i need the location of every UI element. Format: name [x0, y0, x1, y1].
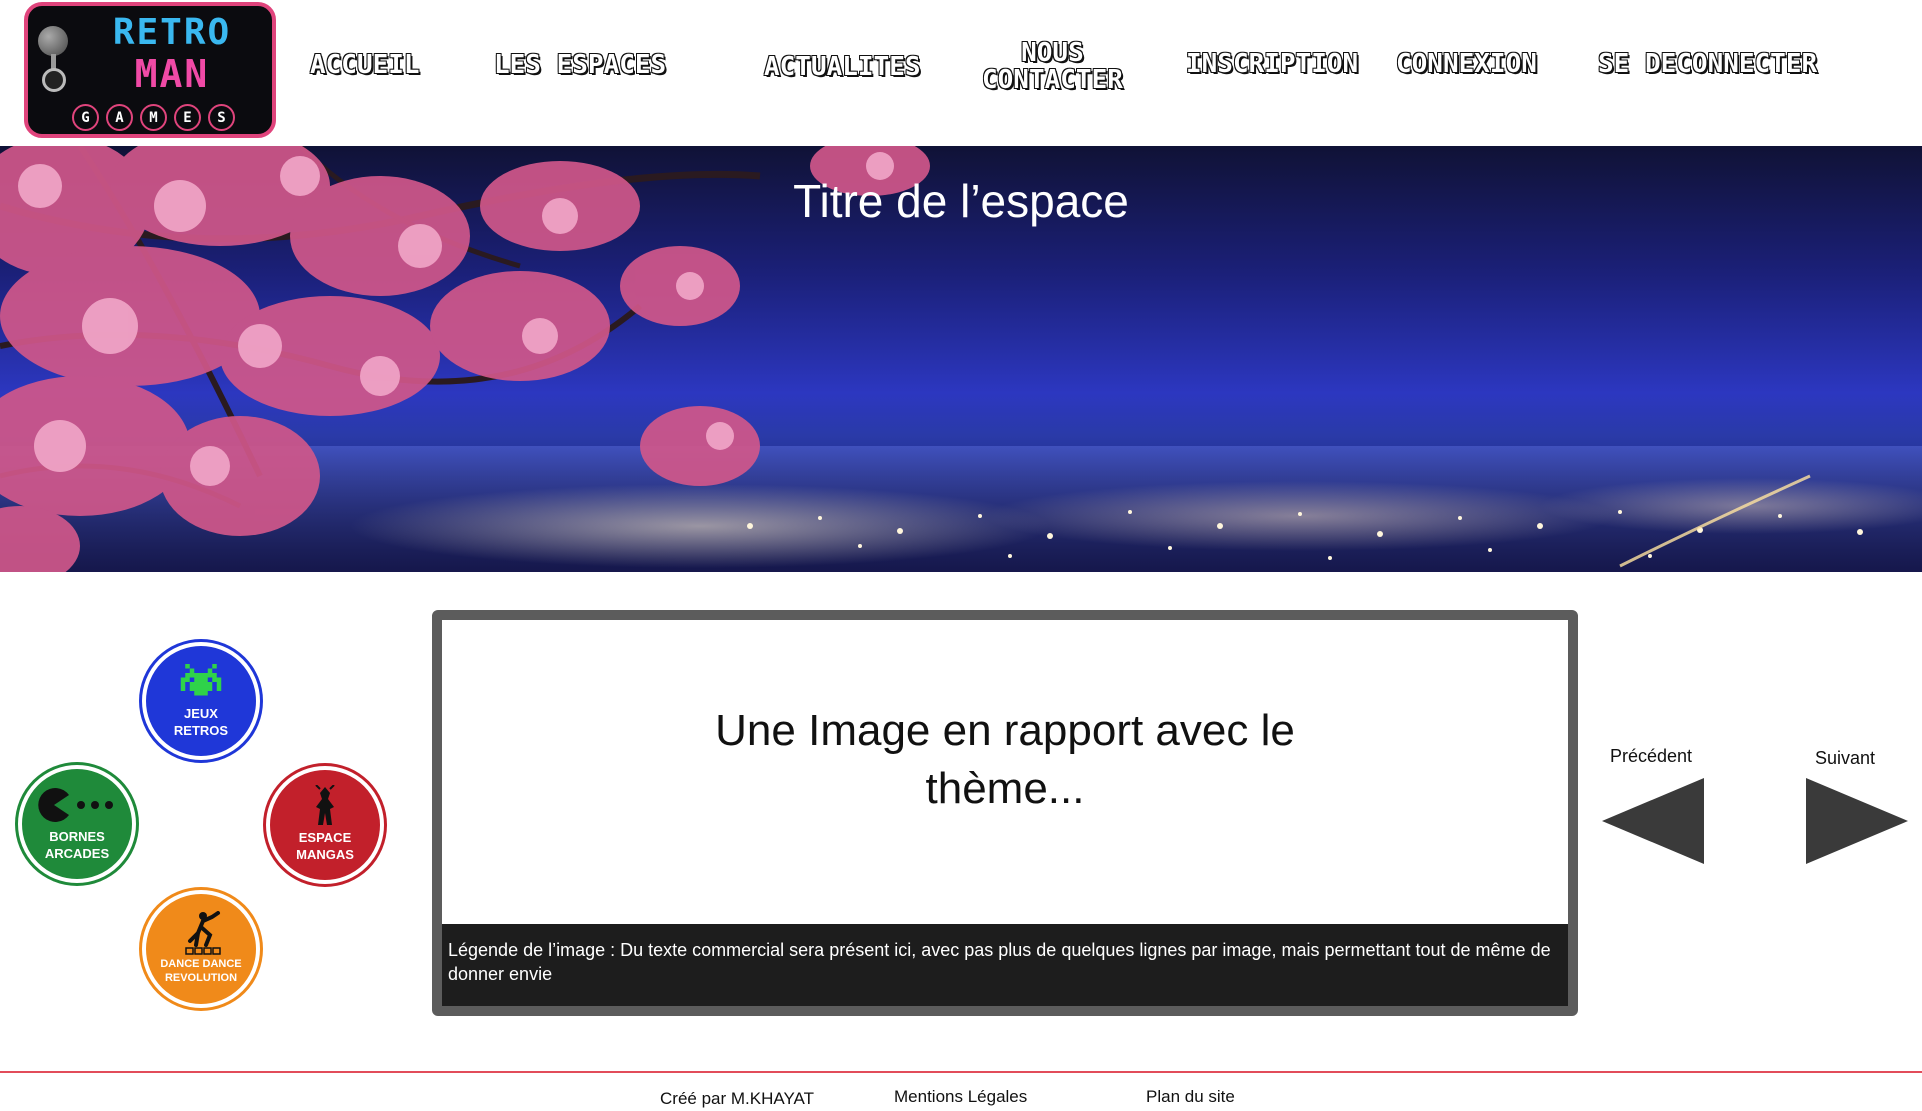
badge-bornes-arcades[interactable]: BORNES ARCADES — [18, 765, 136, 883]
nav-contact-line1: NOUS — [1020, 38, 1084, 68]
joystick-icon — [38, 26, 68, 56]
logo-text-games: G A M E S — [72, 104, 235, 131]
previous-arrow-icon[interactable] — [1600, 776, 1708, 866]
next-label: Suivant — [1815, 748, 1876, 768]
carousel-caption: Légende de l’image : Du texte commercial… — [442, 924, 1568, 1006]
logo-text-man: MAN — [134, 52, 210, 96]
nav-connexion[interactable]: CONNEXION — [1395, 49, 1537, 78]
nav-inscription[interactable]: INSCRIPTION — [1185, 49, 1359, 78]
nav-nous-contacter[interactable]: NOUS CONTACTER — [981, 38, 1123, 96]
footer-divider — [0, 1071, 1922, 1073]
badge-jeux-retros[interactable]: JEUX RETROS — [142, 642, 260, 760]
footer-plan-du-site[interactable]: Plan du site — [1146, 1087, 1235, 1107]
nav-contact-line2: CONTACTER — [981, 65, 1123, 96]
footer-created-by: Créé par M.KHAYAT — [660, 1089, 814, 1108]
site-logo[interactable]: RETRO MAN G A M E S — [24, 2, 276, 138]
carousel-image-placeholder: Une Image en rapport avec le thème... — [715, 706, 1295, 813]
pacman-icon — [35, 785, 119, 825]
space-invader-icon — [175, 662, 227, 702]
nav-accueil[interactable]: ACCUEIL — [309, 50, 420, 79]
nav-actualites[interactable]: ACTUALITES — [763, 52, 921, 81]
image-carousel: Une Image en rapport avec le thème... Lé… — [432, 610, 1578, 1016]
previous-label: Précédent — [1610, 746, 1693, 766]
dancer-icon — [176, 910, 226, 955]
footer-mentions-legales[interactable]: Mentions Légales — [894, 1087, 1027, 1107]
hero-banner: Titre de l’espace — [0, 146, 1922, 572]
nav-les-espaces[interactable]: LES ESPACES — [493, 50, 667, 79]
logo-text-retro: RETRO — [112, 12, 232, 53]
next-arrow-icon[interactable] — [1802, 776, 1910, 866]
nav-se-deconnecter[interactable]: SE DECONNECTER — [1597, 49, 1818, 78]
manga-character-icon — [310, 785, 340, 826]
banner-title: Titre de l’espace — [793, 175, 1129, 227]
badge-dance-dance-revolution[interactable]: DANCE DANCE REVOLUTION — [142, 890, 260, 1008]
badge-espace-mangas[interactable]: ESPACE MANGAS — [266, 766, 384, 884]
